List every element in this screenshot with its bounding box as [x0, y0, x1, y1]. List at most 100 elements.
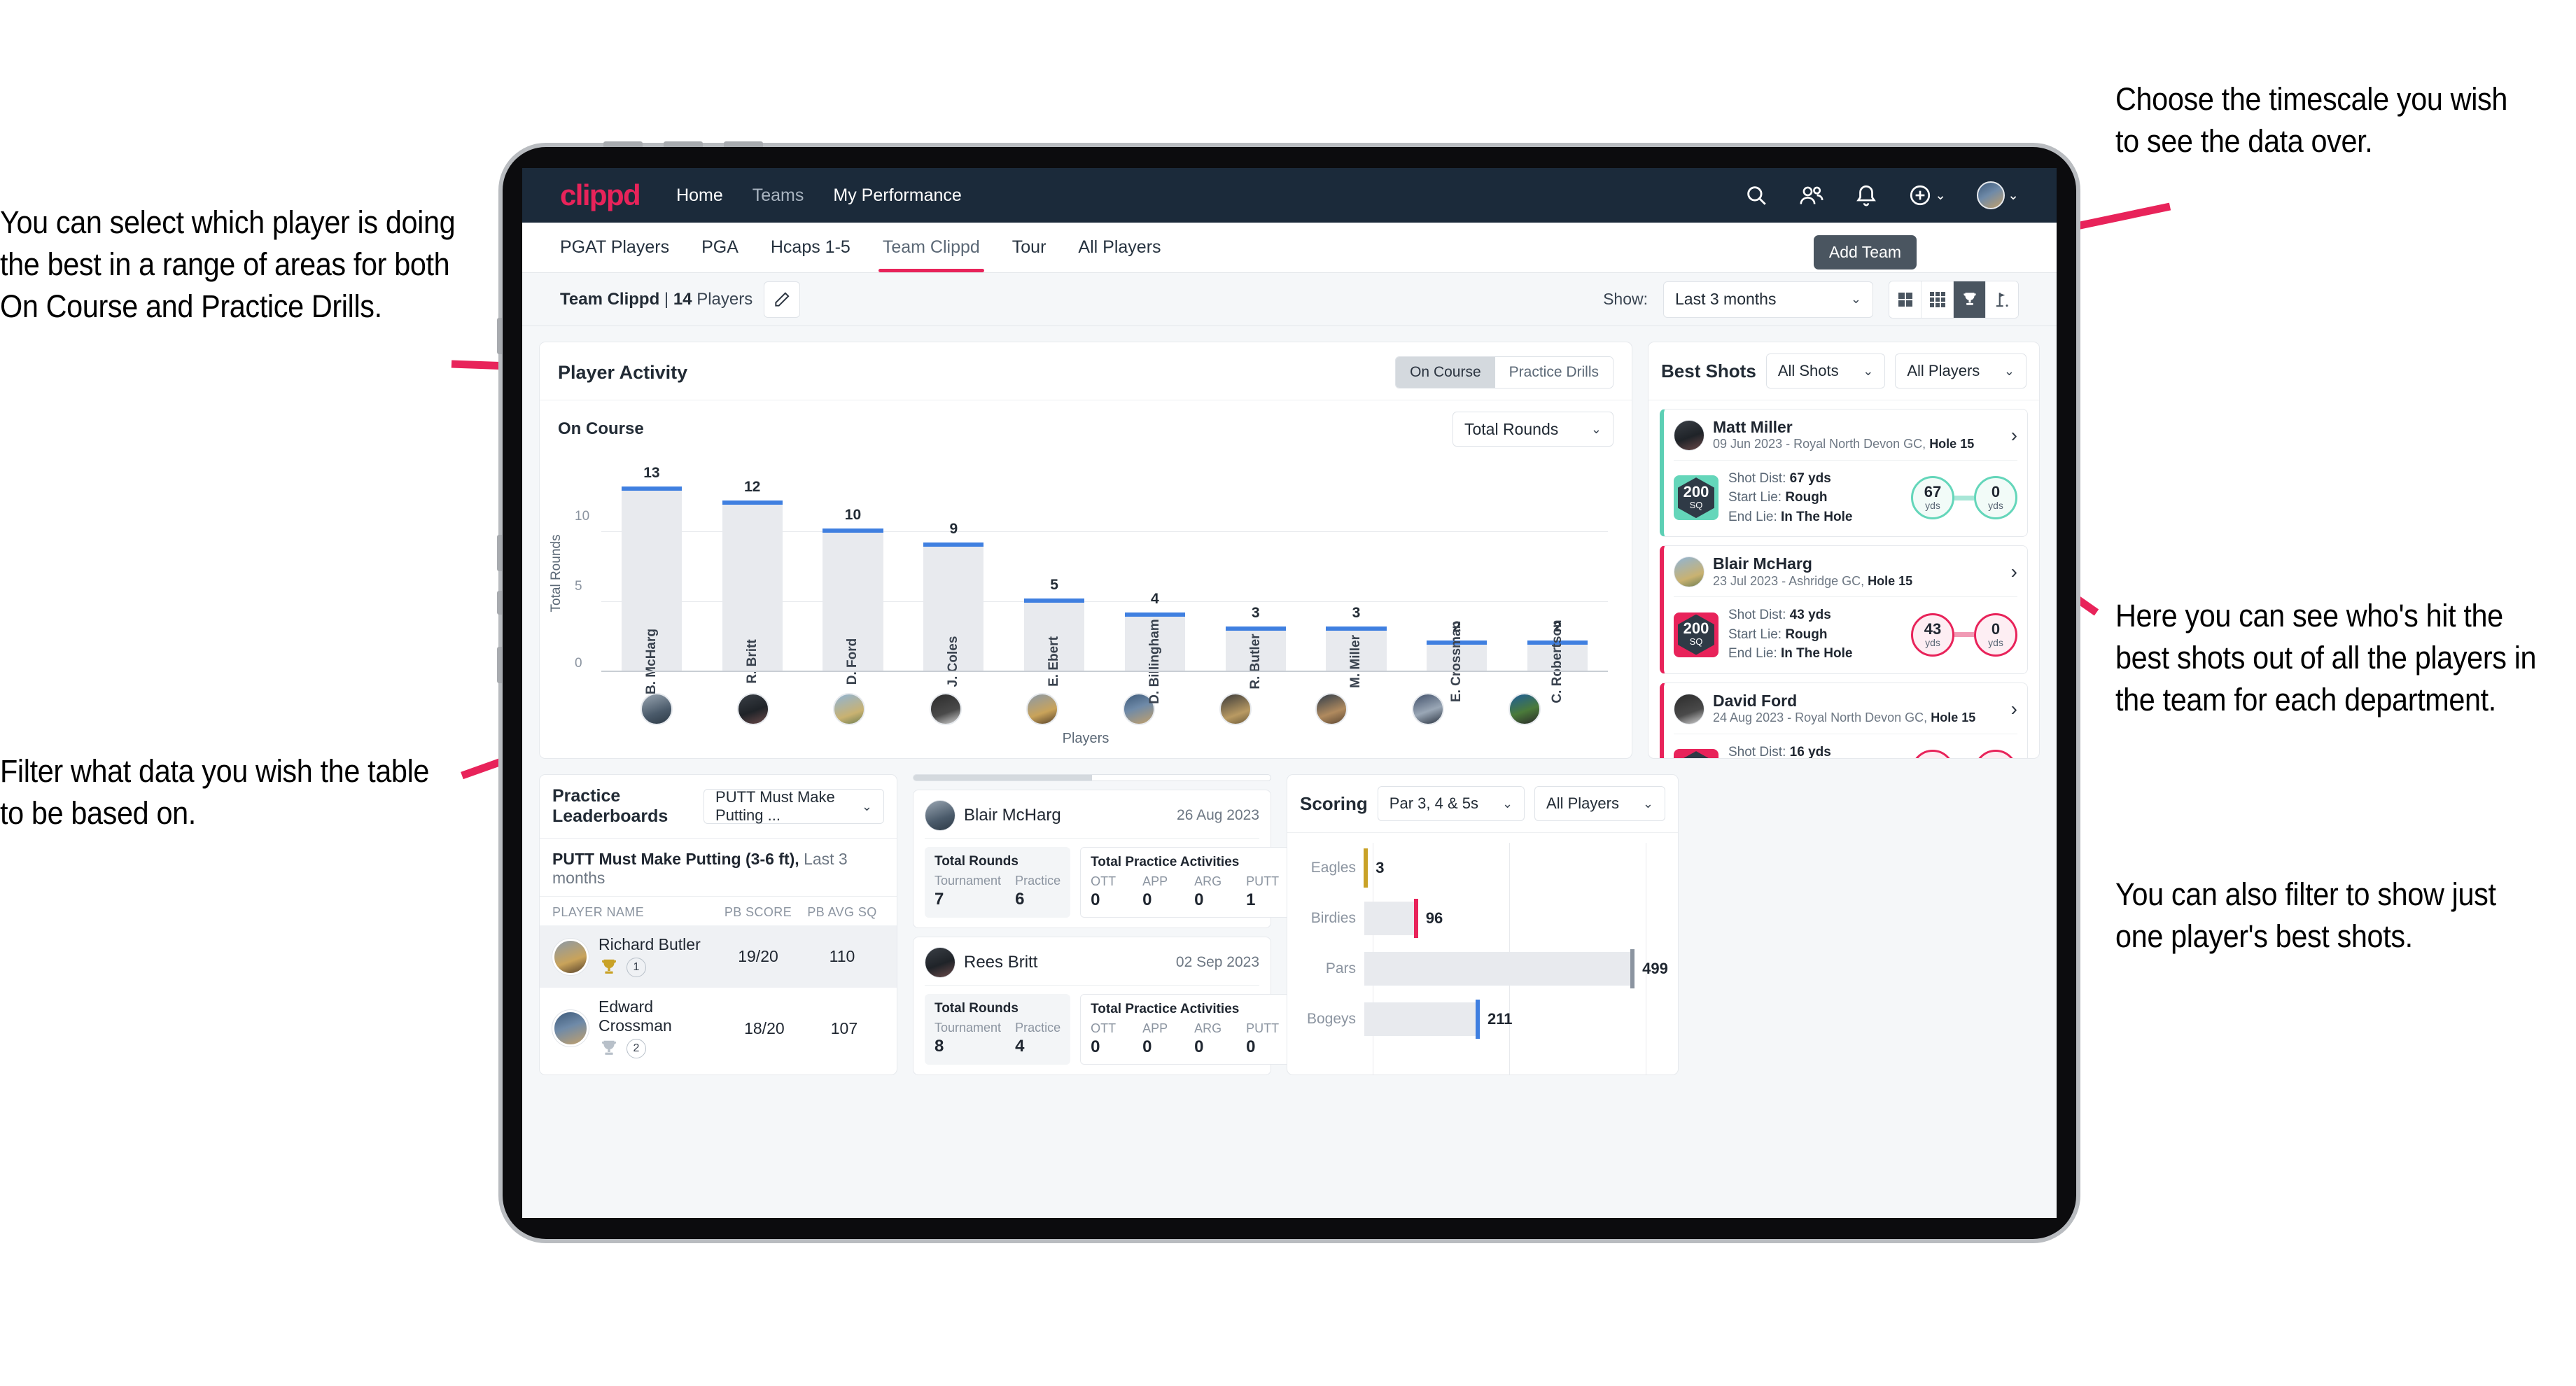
scoring-player-filter-value: All Players — [1546, 794, 1619, 812]
scoring-value: 499 — [1642, 960, 1668, 977]
chevron-down-icon: ⌄ — [1642, 796, 1653, 811]
player-avatar[interactable] — [736, 693, 769, 725]
best-shots-shot-filter[interactable]: All Shots ⌄ — [1765, 354, 1886, 388]
scoring-value: 3 — [1376, 859, 1385, 876]
shot-quality-badge: 198SQ — [1674, 749, 1718, 758]
tab-pgat-players[interactable]: PGAT Players — [560, 223, 669, 272]
avatar — [552, 1009, 589, 1047]
shot-start-value: 43 — [1924, 620, 1942, 638]
shot-quality-value: 200 — [1683, 620, 1709, 638]
player-avatar[interactable] — [1315, 693, 1348, 725]
chevron-right-icon[interactable]: › — [2011, 424, 2017, 447]
activity-list: Blair McHarg 26 Aug 2023 Total Rounds Tourn… — [913, 781, 1295, 1075]
avatar[interactable]: ⌄ — [1977, 181, 2019, 209]
best-shots-player-filter[interactable]: All Players ⌄ — [1895, 354, 2026, 388]
best-shot-date: 23 Jul 2023 — [1713, 573, 1779, 588]
activity-player-name: Blair McHarg — [964, 806, 1061, 825]
best-shot-course: Royal North Devon GC, — [1793, 437, 1926, 451]
chart-bar-cap — [1225, 626, 1286, 631]
view-toggle-trophy[interactable] — [1954, 281, 1986, 318]
best-shot-player-name: Blair McHarg — [1713, 554, 1812, 573]
nav-link-teams[interactable]: Teams — [752, 186, 804, 206]
best-shot-body: 198SQ Shot Dist: 16 ydsStart Lie: RoughEn… — [1674, 734, 2017, 758]
tab-all-players[interactable]: All Players — [1078, 223, 1161, 272]
scoring-chart: Eagles 3 Birdies 96 Pars 499 Bogeys 211 — [1287, 833, 1678, 1074]
table-row[interactable]: Edward Crossman 2 18/20 107 — [540, 988, 897, 1069]
player-avatar[interactable] — [930, 693, 962, 725]
trophy-icon — [602, 1040, 616, 1055]
activity-stat: PUTT 0 — [1246, 1021, 1280, 1056]
best-shots-player-filter-value: All Players — [1907, 362, 1980, 379]
player-activity-sub-label: On Course — [558, 419, 644, 438]
activity-stat: APP 0 — [1142, 1021, 1168, 1056]
scoring-bar[interactable] — [1364, 952, 1633, 986]
player-avatar[interactable] — [833, 693, 866, 725]
chevron-down-icon: ⌄ — [1502, 796, 1513, 811]
nav-link-home[interactable]: Home — [676, 186, 723, 206]
best-shot-card[interactable]: David Ford 24 Aug 2023 - Royal North Devo… — [1660, 682, 2028, 758]
chevron-right-icon[interactable]: › — [2011, 561, 2017, 583]
best-shot-player-name: Matt Miller — [1713, 418, 1793, 436]
tab-hcaps-1-5[interactable]: Hcaps 1-5 — [771, 223, 850, 272]
chart-bar-cap — [1326, 626, 1387, 631]
best-shot-hole: Hole 15 — [1929, 437, 1975, 451]
activity-player-card[interactable]: Blair McHarg 26 Aug 2023 Total Rounds Tourn… — [913, 790, 1295, 928]
tab-least-active[interactable]: Least Active — [1092, 775, 1270, 780]
activity-player-card[interactable]: Rees Britt 02 Sep 2023 Total Rounds Tournam… — [913, 937, 1295, 1075]
scoring-par-filter[interactable]: Par 3, 4 & 5s ⌄ — [1377, 786, 1525, 821]
edit-team-button[interactable] — [764, 281, 801, 318]
player-avatar[interactable] — [640, 693, 673, 725]
total-practice-stats: OTT 0 APP 0 ARG 0 PUTT 1 — [1091, 874, 1284, 910]
end-lie-label: End Lie: — [1728, 509, 1777, 524]
chart-bar-column: 5 E. Ebert — [1004, 476, 1105, 687]
best-shot-card[interactable]: Blair McHarg 23 Jul 2023 - Ashridge GC, H… — [1660, 545, 2028, 674]
nav-link-my-performance[interactable]: My Performance — [833, 186, 961, 206]
chevron-down-icon: ⌄ — [861, 799, 872, 813]
total-practice-box: Total Practice Activities OTT 0 APP 0 ARG 0 PUT… — [1080, 847, 1295, 918]
tab-pga[interactable]: PGA — [701, 223, 738, 272]
chart-bar-value: 12 — [744, 479, 761, 495]
tab-team-clippd[interactable]: Team Clippd — [878, 223, 984, 272]
activity-date: 26 Aug 2023 — [1177, 807, 1259, 823]
shot-quality-badge: 200 SQ — [1674, 475, 1718, 521]
view-toggle-grid-2x2[interactable] — [1889, 281, 1921, 318]
scoring-player-filter[interactable]: All Players ⌄ — [1534, 786, 1665, 821]
player-avatar[interactable] — [1508, 693, 1541, 725]
scoring-bar[interactable] — [1364, 902, 1416, 935]
tab-tour[interactable]: Tour — [1012, 223, 1046, 272]
drill-select[interactable]: PUTT Must Make Putting ... ⌄ — [704, 788, 884, 824]
scoring-bar-tip — [1413, 899, 1418, 938]
best-shot-card[interactable]: Matt Miller 09 Jun 2023 - Royal North Dev… — [1660, 409, 2028, 538]
add-team-tooltip: Add Team — [1813, 235, 1917, 270]
chart-bar-value: 3 — [1352, 605, 1361, 621]
shot-quality-unit: SQ — [1689, 499, 1703, 510]
metric-select[interactable]: Total Rounds ⌄ — [1452, 412, 1614, 447]
avatar — [925, 947, 955, 978]
view-toggle-golf-flag[interactable] — [1986, 281, 2018, 318]
chart-bar-label: J. Coles — [946, 636, 961, 687]
segment-on-course[interactable]: On Course — [1396, 357, 1495, 388]
player-avatar[interactable] — [1219, 693, 1252, 725]
clippd-logo[interactable]: clippd — [560, 178, 641, 212]
table-row[interactable]: Richard Butler 1 19/20 110 — [540, 925, 897, 988]
device-bezel: clippd Home Teams My Performance ⌄ ⌄ PGA… — [503, 147, 2076, 1239]
plus-circle-icon[interactable]: ⌄ — [1908, 183, 1946, 207]
chart-bar-label: D. Billingham — [1147, 619, 1162, 704]
scoring-track: 3 — [1364, 848, 1665, 888]
segment-practice-drills[interactable]: Practice Drills — [1494, 357, 1613, 388]
team-title: Team Clippd | 14 Players — [560, 290, 752, 309]
chart-bar-value: 9 — [949, 521, 958, 537]
bell-icon[interactable] — [1855, 183, 1877, 207]
scoring-bar[interactable] — [1364, 1002, 1478, 1036]
scoring-header: Scoring Par 3, 4 & 5s ⌄ All Players ⌄ — [1287, 775, 1678, 833]
best-shot-player-name: David Ford — [1713, 691, 1798, 710]
timescale-select[interactable]: Last 3 months ⌄ — [1663, 281, 1873, 318]
player-avatar[interactable] — [1412, 693, 1445, 725]
leaderboard-player: Richard Butler 1 — [589, 935, 716, 978]
people-icon[interactable] — [1799, 183, 1824, 207]
view-toggle-grid-3x3[interactable] — [1921, 281, 1954, 318]
chevron-right-icon[interactable]: › — [2011, 698, 2017, 720]
tab-most-active[interactable]: Most Active — [913, 775, 1092, 780]
search-icon[interactable] — [1744, 183, 1768, 207]
player-avatar[interactable] — [1026, 693, 1059, 725]
